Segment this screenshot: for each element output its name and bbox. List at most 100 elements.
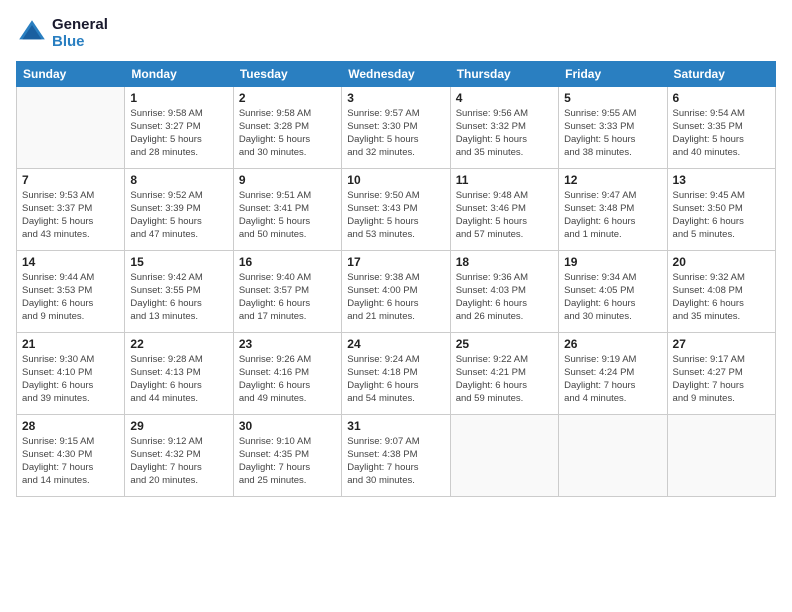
daylight-minutes: and 38 minutes. [564,146,661,159]
weekday-header-wednesday: Wednesday [342,61,450,86]
sunset-text: Sunset: 3:46 PM [456,202,553,215]
daylight-hours: Daylight: 7 hours [347,461,444,474]
week-row-4: 21Sunrise: 9:30 AMSunset: 4:10 PMDayligh… [17,332,776,414]
day-info: Sunrise: 9:15 AMSunset: 4:30 PMDaylight:… [22,435,119,488]
day-number: 6 [673,91,770,105]
sunset-text: Sunset: 3:53 PM [22,284,119,297]
week-row-2: 7Sunrise: 9:53 AMSunset: 3:37 PMDaylight… [17,168,776,250]
day-number: 24 [347,337,444,351]
daylight-hours: Daylight: 5 hours [673,133,770,146]
sunset-text: Sunset: 3:37 PM [22,202,119,215]
calendar-table: SundayMondayTuesdayWednesdayThursdayFrid… [16,61,776,497]
sunset-text: Sunset: 4:13 PM [130,366,227,379]
sunrise-text: Sunrise: 9:10 AM [239,435,336,448]
daylight-minutes: and 20 minutes. [130,474,227,487]
sunrise-text: Sunrise: 9:17 AM [673,353,770,366]
sunset-text: Sunset: 3:33 PM [564,120,661,133]
day-number: 13 [673,173,770,187]
day-number: 3 [347,91,444,105]
daylight-hours: Daylight: 5 hours [456,215,553,228]
sunset-text: Sunset: 4:32 PM [130,448,227,461]
weekday-header-saturday: Saturday [667,61,775,86]
page: General Blue SundayMondayTuesdayWednesda… [0,0,792,612]
daylight-hours: Daylight: 5 hours [564,133,661,146]
day-number: 23 [239,337,336,351]
daylight-hours: Daylight: 7 hours [239,461,336,474]
sunset-text: Sunset: 3:57 PM [239,284,336,297]
sunrise-text: Sunrise: 9:48 AM [456,189,553,202]
calendar-cell: 11Sunrise: 9:48 AMSunset: 3:46 PMDayligh… [450,168,558,250]
daylight-hours: Daylight: 5 hours [239,133,336,146]
sunset-text: Sunset: 4:30 PM [22,448,119,461]
calendar-cell: 22Sunrise: 9:28 AMSunset: 4:13 PMDayligh… [125,332,233,414]
weekday-header-friday: Friday [559,61,667,86]
daylight-hours: Daylight: 7 hours [22,461,119,474]
daylight-minutes: and 43 minutes. [22,228,119,241]
sunset-text: Sunset: 3:30 PM [347,120,444,133]
sunrise-text: Sunrise: 9:56 AM [456,107,553,120]
daylight-minutes: and 53 minutes. [347,228,444,241]
day-info: Sunrise: 9:48 AMSunset: 3:46 PMDaylight:… [456,189,553,242]
sunrise-text: Sunrise: 9:40 AM [239,271,336,284]
calendar-cell: 3Sunrise: 9:57 AMSunset: 3:30 PMDaylight… [342,86,450,168]
daylight-minutes: and 28 minutes. [130,146,227,159]
week-row-1: 1Sunrise: 9:58 AMSunset: 3:27 PMDaylight… [17,86,776,168]
daylight-hours: Daylight: 6 hours [456,379,553,392]
sunrise-text: Sunrise: 9:44 AM [22,271,119,284]
calendar-cell: 25Sunrise: 9:22 AMSunset: 4:21 PMDayligh… [450,332,558,414]
day-number: 2 [239,91,336,105]
daylight-minutes: and 49 minutes. [239,392,336,405]
day-info: Sunrise: 9:52 AMSunset: 3:39 PMDaylight:… [130,189,227,242]
day-info: Sunrise: 9:36 AMSunset: 4:03 PMDaylight:… [456,271,553,324]
sunset-text: Sunset: 4:16 PM [239,366,336,379]
sunset-text: Sunset: 4:35 PM [239,448,336,461]
sunrise-text: Sunrise: 9:57 AM [347,107,444,120]
logo-text: General Blue [52,16,108,51]
sunset-text: Sunset: 4:27 PM [673,366,770,379]
day-number: 9 [239,173,336,187]
day-info: Sunrise: 9:26 AMSunset: 4:16 PMDaylight:… [239,353,336,406]
calendar-cell: 8Sunrise: 9:52 AMSunset: 3:39 PMDaylight… [125,168,233,250]
day-info: Sunrise: 9:51 AMSunset: 3:41 PMDaylight:… [239,189,336,242]
sunrise-text: Sunrise: 9:26 AM [239,353,336,366]
sunrise-text: Sunrise: 9:07 AM [347,435,444,448]
daylight-hours: Daylight: 5 hours [239,215,336,228]
daylight-hours: Daylight: 5 hours [456,133,553,146]
daylight-minutes: and 4 minutes. [564,392,661,405]
daylight-hours: Daylight: 6 hours [564,297,661,310]
sunrise-text: Sunrise: 9:55 AM [564,107,661,120]
sunrise-text: Sunrise: 9:38 AM [347,271,444,284]
calendar-cell: 2Sunrise: 9:58 AMSunset: 3:28 PMDaylight… [233,86,341,168]
sunrise-text: Sunrise: 9:15 AM [22,435,119,448]
day-info: Sunrise: 9:55 AMSunset: 3:33 PMDaylight:… [564,107,661,160]
week-row-5: 28Sunrise: 9:15 AMSunset: 4:30 PMDayligh… [17,414,776,496]
daylight-minutes: and 9 minutes. [673,392,770,405]
sunrise-text: Sunrise: 9:30 AM [22,353,119,366]
day-info: Sunrise: 9:54 AMSunset: 3:35 PMDaylight:… [673,107,770,160]
daylight-minutes: and 9 minutes. [22,310,119,323]
calendar-cell: 15Sunrise: 9:42 AMSunset: 3:55 PMDayligh… [125,250,233,332]
daylight-minutes: and 21 minutes. [347,310,444,323]
daylight-minutes: and 26 minutes. [456,310,553,323]
calendar-cell: 13Sunrise: 9:45 AMSunset: 3:50 PMDayligh… [667,168,775,250]
day-info: Sunrise: 9:19 AMSunset: 4:24 PMDaylight:… [564,353,661,406]
calendar-cell: 30Sunrise: 9:10 AMSunset: 4:35 PMDayligh… [233,414,341,496]
sunset-text: Sunset: 3:39 PM [130,202,227,215]
calendar-cell [450,414,558,496]
calendar-cell: 24Sunrise: 9:24 AMSunset: 4:18 PMDayligh… [342,332,450,414]
day-info: Sunrise: 9:53 AMSunset: 3:37 PMDaylight:… [22,189,119,242]
day-info: Sunrise: 9:10 AMSunset: 4:35 PMDaylight:… [239,435,336,488]
daylight-hours: Daylight: 5 hours [347,215,444,228]
calendar-cell: 5Sunrise: 9:55 AMSunset: 3:33 PMDaylight… [559,86,667,168]
day-number: 28 [22,419,119,433]
sunrise-text: Sunrise: 9:12 AM [130,435,227,448]
weekday-header-tuesday: Tuesday [233,61,341,86]
sunrise-text: Sunrise: 9:34 AM [564,271,661,284]
daylight-minutes: and 40 minutes. [673,146,770,159]
daylight-minutes: and 47 minutes. [130,228,227,241]
daylight-minutes: and 39 minutes. [22,392,119,405]
day-info: Sunrise: 9:47 AMSunset: 3:48 PMDaylight:… [564,189,661,242]
day-info: Sunrise: 9:44 AMSunset: 3:53 PMDaylight:… [22,271,119,324]
day-number: 14 [22,255,119,269]
daylight-minutes: and 17 minutes. [239,310,336,323]
